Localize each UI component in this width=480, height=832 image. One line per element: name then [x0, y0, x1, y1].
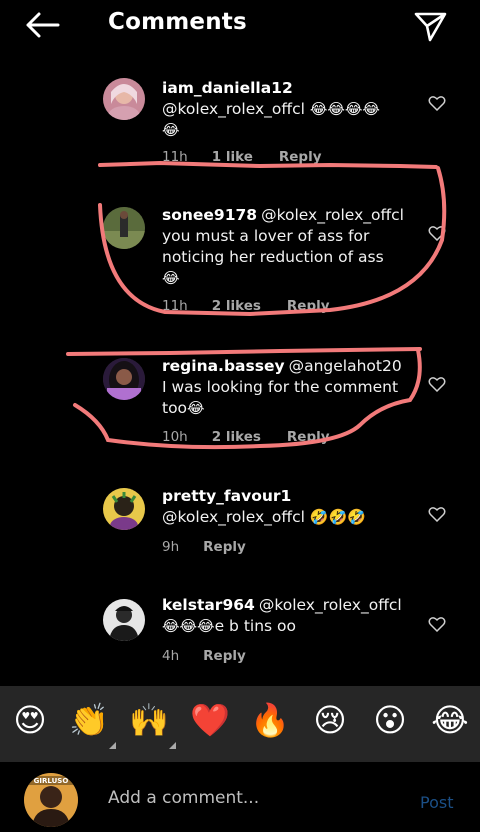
skin-tone-indicator-icon — [169, 742, 176, 749]
comment-time: 11h — [162, 149, 188, 165]
emoji-text: 😂 — [162, 269, 180, 287]
emoji-text: 😂 — [187, 399, 205, 417]
reply-button[interactable]: Reply — [203, 648, 246, 664]
comment-time: 10h — [162, 429, 188, 445]
emoji-clap-button[interactable]: 👏 — [69, 700, 109, 740]
avatar[interactable] — [103, 207, 145, 249]
comment-username[interactable]: regina.bassey — [162, 357, 285, 375]
comment-body: pretty_favour1 @kolex_rolex_offcl 🤣🤣🤣 — [162, 486, 410, 528]
comment-time: 9h — [162, 539, 180, 555]
avatar[interactable] — [103, 599, 145, 641]
emoji-text: 🤣🤣🤣 — [309, 508, 366, 526]
heart-icon[interactable] — [428, 95, 446, 111]
heart-icon[interactable] — [428, 506, 446, 522]
skin-tone-indicator-icon — [109, 742, 116, 749]
comment-composer: GIRLUSO Post — [0, 762, 480, 832]
comment-body: regina.bassey @angelahot20 I was looking … — [162, 356, 410, 419]
emoji-heart-eyes-button[interactable]: 😍 — [10, 700, 50, 740]
comment-text: e b tins oo — [214, 617, 296, 635]
avatar[interactable] — [103, 78, 145, 120]
mention-text[interactable]: @kolex_rolex_offcl — [162, 508, 310, 526]
emoji-crying-button[interactable]: 😢 — [310, 700, 350, 740]
comment-item: regina.bassey @angelahot20 I was looking … — [0, 356, 480, 456]
likes-count[interactable]: 1 like — [212, 149, 253, 165]
comment-username[interactable]: iam_daniella12 — [162, 79, 293, 97]
comment-item: iam_daniella12 @kolex_rolex_offcl 😂😂😂😂 😂… — [0, 72, 480, 172]
emoji-text: 😂😂😂😂 — [309, 100, 380, 118]
comment-time: 11h — [162, 298, 188, 314]
comment-time: 4h — [162, 648, 180, 664]
emoji-surprised-button[interactable]: 😮 — [370, 700, 410, 740]
comment-meta: 11h 2 likes Reply — [162, 298, 356, 314]
avatar[interactable] — [103, 358, 145, 400]
likes-count[interactable]: 2 likes — [212, 429, 261, 445]
emoji-raised-hands-button[interactable]: 🙌 — [129, 700, 169, 740]
emoji-text: 😂😂😂 — [162, 617, 215, 635]
mention-text[interactable]: @kolex_rolex_offcl — [162, 100, 310, 118]
back-arrow-icon[interactable] — [22, 10, 62, 40]
heart-icon[interactable] — [428, 376, 446, 392]
direct-send-icon[interactable] — [412, 9, 448, 43]
mention-text[interactable]: @kolex_rolex_offcl — [259, 596, 402, 614]
comment-meta: 4h Reply — [162, 648, 272, 664]
user-avatar: GIRLUSO — [24, 773, 78, 827]
comment-item: pretty_favour1 @kolex_rolex_offcl 🤣🤣🤣 9h… — [0, 486, 480, 566]
reply-button[interactable]: Reply — [287, 298, 330, 314]
heart-icon[interactable] — [428, 616, 446, 632]
comment-meta: 9h Reply — [162, 539, 272, 555]
comment-username[interactable]: kelstar964 — [162, 596, 255, 614]
comment-item: sonee9178 @kolex_rolex_offcl you must a l… — [0, 205, 480, 315]
comment-username[interactable]: pretty_favour1 — [162, 487, 291, 505]
comment-body: sonee9178 @kolex_rolex_offcl you must a l… — [162, 205, 410, 289]
comment-body: iam_daniella12 @kolex_rolex_offcl 😂😂😂😂 😂 — [162, 78, 410, 141]
comment-input[interactable] — [108, 788, 388, 808]
emoji-fire-button[interactable]: 🔥 — [250, 700, 290, 740]
likes-count[interactable]: 2 likes — [212, 298, 261, 314]
emoji-reaction-bar: 😍 👏 🙌 ❤️ 🔥 😢 😮 😂 — [0, 686, 480, 762]
emoji-text: 😂 — [162, 121, 180, 139]
annotation-underline — [66, 347, 422, 356]
emoji-red-heart-button[interactable]: ❤️ — [190, 700, 230, 740]
header: Comments — [0, 0, 480, 50]
avatar-caption: GIRLUSO — [34, 777, 69, 785]
post-button[interactable]: Post — [420, 793, 453, 812]
comment-body: kelstar964 @kolex_rolex_offcl 😂😂😂e b tins… — [162, 595, 410, 637]
comment-meta: 11h 1 like Reply — [162, 149, 348, 165]
reply-button[interactable]: Reply — [203, 539, 246, 555]
reply-button[interactable]: Reply — [279, 149, 322, 165]
reply-button[interactable]: Reply — [287, 429, 330, 445]
comment-username[interactable]: sonee9178 — [162, 206, 257, 224]
comment-meta: 10h 2 likes Reply — [162, 429, 356, 445]
comment-item: kelstar964 @kolex_rolex_offcl 😂😂😂e b tins… — [0, 595, 480, 675]
emoji-laughing-button[interactable]: 😂 — [430, 700, 470, 740]
page-title: Comments — [108, 9, 247, 35]
avatar[interactable] — [103, 488, 145, 530]
heart-icon[interactable] — [428, 225, 446, 241]
